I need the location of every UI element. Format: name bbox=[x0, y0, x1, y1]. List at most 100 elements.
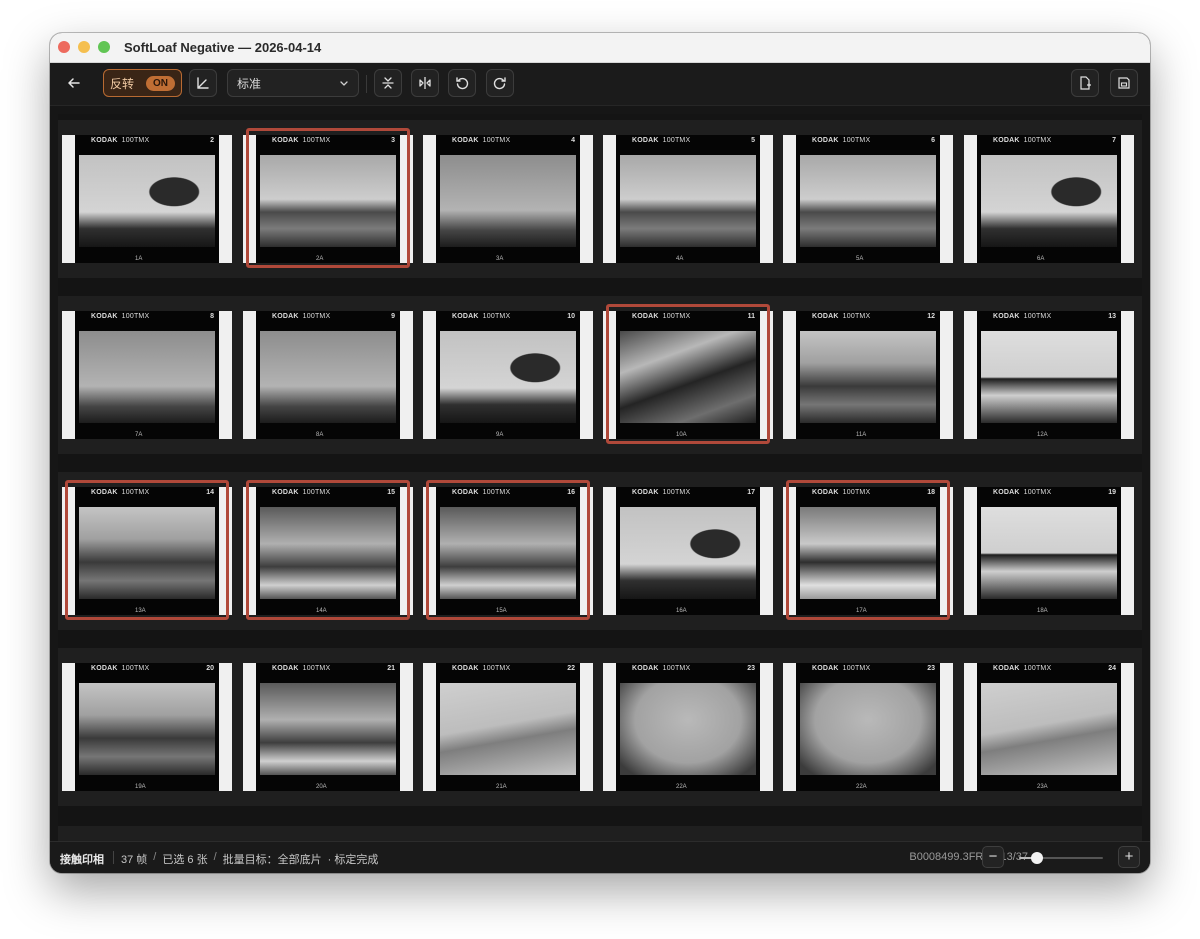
film-frame[interactable]: KODAK 100TMX 20 19A bbox=[62, 663, 232, 791]
frame-edge-number: 3A bbox=[496, 256, 504, 262]
frame-edge-number: 18A bbox=[1037, 608, 1048, 614]
frame-photo bbox=[260, 507, 396, 599]
flip-vertical-button[interactable] bbox=[374, 69, 402, 97]
frame-edge-number: 16A bbox=[676, 608, 687, 614]
film-frame[interactable]: KODAK 100TMX 2 1A bbox=[62, 135, 232, 263]
zoom-in-button[interactable]: + bbox=[1118, 846, 1140, 868]
rotate-left-button[interactable] bbox=[448, 69, 476, 97]
contact-sheet[interactable]: KODAK 100TMX 2 1A KODAK 100TMX 3 2A KODAK 100TMX 4… bbox=[58, 114, 1142, 842]
zoom-slider-handle[interactable] bbox=[1031, 852, 1044, 864]
maximize-window-button[interactable] bbox=[98, 41, 110, 53]
export-button[interactable] bbox=[1071, 69, 1099, 97]
film-brand: KODAK bbox=[632, 489, 659, 496]
film-stock: 100TMX bbox=[1023, 137, 1052, 144]
film-brand: KODAK bbox=[91, 665, 118, 672]
status-bar: 接触印相 37 帧 / 已选 6 张 / 批量目标：全部底片 · 标定完成 B0… bbox=[50, 841, 1150, 873]
film-edge-code: KODAK 100TMX bbox=[632, 489, 690, 496]
frame-negative: KODAK 100TMX 16 15A bbox=[436, 487, 580, 615]
film-edge-code: KODAK 100TMX bbox=[91, 489, 149, 496]
film-frame[interactable]: KODAK 100TMX 16 15A bbox=[423, 487, 593, 615]
film-frame[interactable]: KODAK 100TMX 4 3A bbox=[423, 135, 593, 263]
film-stock: 100TMX bbox=[121, 313, 150, 320]
frame-edge-number: 5A bbox=[856, 256, 864, 262]
film-brand: KODAK bbox=[632, 313, 659, 320]
film-stock: 100TMX bbox=[482, 313, 511, 320]
film-frame[interactable]: KODAK 100TMX 11 10A bbox=[603, 311, 773, 439]
frame-number: 5 bbox=[751, 137, 755, 144]
film-edge-code: KODAK 100TMX bbox=[452, 313, 510, 320]
film-frame[interactable]: KODAK 100TMX 7 6A bbox=[964, 135, 1134, 263]
invert-label: 反转 bbox=[110, 76, 135, 91]
title-bar: SoftLoaf Negative — 2026-04-14 bbox=[50, 33, 1150, 63]
save-button[interactable] bbox=[1110, 69, 1138, 97]
rotate-right-button[interactable] bbox=[486, 69, 514, 97]
film-frame[interactable]: KODAK 100TMX 5 4A bbox=[603, 135, 773, 263]
film-strip: KODAK 100TMX 20 19A KODAK 100TMX 21 20A KODAK 100… bbox=[58, 648, 1142, 806]
film-frame[interactable]: KODAK 100TMX 23 22A bbox=[783, 663, 953, 791]
flip-horizontal-button[interactable] bbox=[411, 69, 439, 97]
film-frame[interactable]: KODAK 100TMX 12 11A bbox=[783, 311, 953, 439]
film-edge-code: KODAK 100TMX bbox=[91, 313, 149, 320]
window-title: SoftLoaf Negative — 2026-04-14 bbox=[124, 40, 322, 55]
film-frame[interactable]: KODAK 100TMX 9 8A bbox=[243, 311, 413, 439]
film-frame[interactable]: KODAK 100TMX 19 18A bbox=[964, 487, 1134, 615]
frame-photo bbox=[260, 155, 396, 247]
minimize-window-button[interactable] bbox=[78, 41, 90, 53]
film-frame[interactable]: KODAK 100TMX 6 5A bbox=[783, 135, 953, 263]
film-frame[interactable]: KODAK 100TMX 21 20A bbox=[243, 663, 413, 791]
film-frame[interactable]: KODAK 100TMX 23 22A bbox=[603, 663, 773, 791]
film-stock: 100TMX bbox=[842, 489, 871, 496]
frame-negative: KODAK 100TMX 21 20A bbox=[256, 663, 400, 791]
film-edge-code: KODAK 100TMX bbox=[812, 489, 870, 496]
frame-negative: KODAK 100TMX 4 3A bbox=[436, 135, 580, 263]
frame-number: 12 bbox=[927, 313, 935, 320]
film-frame[interactable]: KODAK 100TMX 17 16A bbox=[603, 487, 773, 615]
frame-negative: KODAK 100TMX 13 12A bbox=[977, 311, 1121, 439]
film-brand: KODAK bbox=[272, 313, 299, 320]
back-button[interactable] bbox=[60, 69, 88, 97]
frame-number: 23 bbox=[747, 665, 755, 672]
frame-photo bbox=[440, 507, 576, 599]
close-window-button[interactable] bbox=[58, 41, 70, 53]
film-stock: 100TMX bbox=[1023, 665, 1052, 672]
film-frame[interactable]: KODAK 100TMX 8 7A bbox=[62, 311, 232, 439]
selected-count: 已选 6 张 bbox=[162, 854, 208, 866]
frame-edge-number: 14A bbox=[316, 608, 327, 614]
film-edge-code: KODAK 100TMX bbox=[91, 137, 149, 144]
frame-negative: KODAK 100TMX 19 18A bbox=[977, 487, 1121, 615]
curve-button[interactable] bbox=[189, 69, 217, 97]
frame-edge-number: 10A bbox=[676, 432, 687, 438]
film-frame[interactable]: KODAK 100TMX 18 17A bbox=[783, 487, 953, 615]
film-edge-code: KODAK 100TMX bbox=[812, 313, 870, 320]
zoom-slider[interactable] bbox=[1019, 852, 1103, 864]
frame-edge-number: 21A bbox=[496, 784, 507, 790]
frame-edge-number: 7A bbox=[135, 432, 143, 438]
export-icon bbox=[1080, 76, 1091, 90]
zoom-out-button[interactable]: − bbox=[982, 846, 1004, 868]
film-strip: KODAK 100TMX 14 13A KODAK 100TMX 15 14A KODAK 100… bbox=[58, 472, 1142, 630]
film-edge-code: KODAK 100TMX bbox=[993, 313, 1051, 320]
film-frame[interactable]: KODAK 100TMX 24 23A bbox=[964, 663, 1134, 791]
frame-edge-number: 12A bbox=[1037, 432, 1048, 438]
frame-photo bbox=[800, 507, 936, 599]
frame-photo bbox=[79, 331, 215, 423]
film-frame[interactable]: KODAK 100TMX 14 13A bbox=[62, 487, 232, 615]
film-frame[interactable]: KODAK 100TMX 10 9A bbox=[423, 311, 593, 439]
frame-number: 21 bbox=[387, 665, 395, 672]
film-frame[interactable]: KODAK 100TMX 22 21A bbox=[423, 663, 593, 791]
frame-negative: KODAK 100TMX 5 4A bbox=[616, 135, 760, 263]
film-frame[interactable]: KODAK 100TMX 3 2A bbox=[243, 135, 413, 263]
frame-number: 9 bbox=[391, 313, 395, 320]
invert-toggle[interactable]: 反转 ON bbox=[103, 69, 182, 97]
frame-photo bbox=[260, 331, 396, 423]
film-frame[interactable]: KODAK 100TMX 13 12A bbox=[964, 311, 1134, 439]
back-icon bbox=[68, 78, 80, 88]
film-frame[interactable]: KODAK 100TMX 15 14A bbox=[243, 487, 413, 615]
film-brand: KODAK bbox=[993, 489, 1020, 496]
preset-dropdown[interactable]: 标准 bbox=[227, 69, 359, 97]
calibration-status: · 标定完成 bbox=[327, 854, 379, 866]
frame-photo bbox=[260, 683, 396, 775]
frame-photo bbox=[800, 331, 936, 423]
current-file-label: B0008499.3FR — 13/37 bbox=[909, 851, 1028, 863]
frame-number: 20 bbox=[206, 665, 214, 672]
